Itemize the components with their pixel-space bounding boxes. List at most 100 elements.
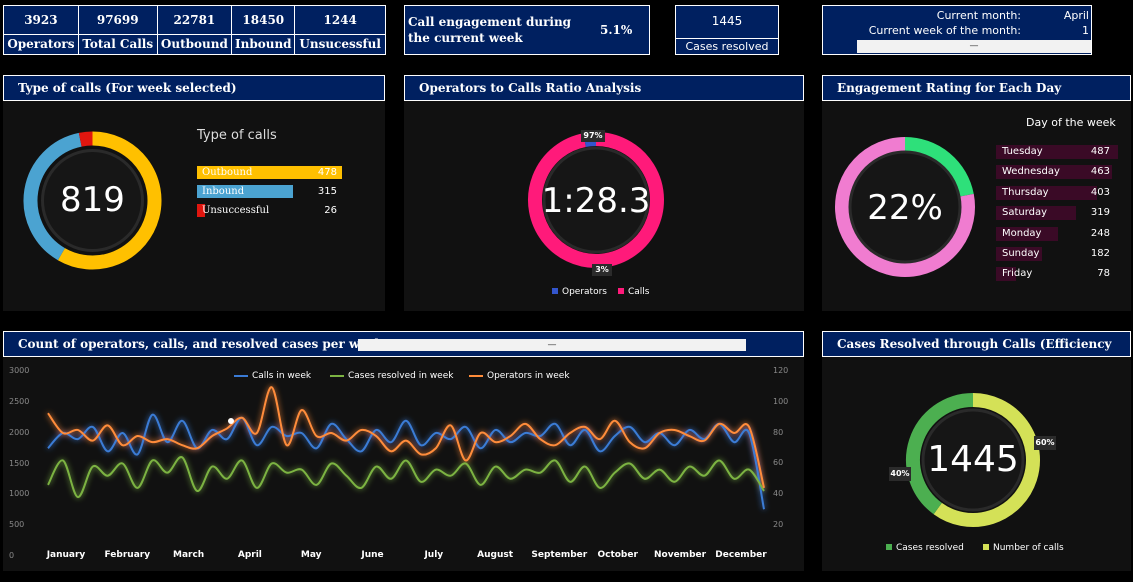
legend-number-of-calls-label: Number of calls (993, 543, 1064, 553)
day-row: Friday 78 (996, 267, 1118, 282)
engagement-kpi: Call engagement during the current week … (404, 5, 650, 55)
call-type-label: Inbound (202, 186, 245, 197)
y-right-tick: 80 (773, 427, 784, 437)
day-label: Friday (1002, 268, 1033, 280)
day-label: Wednesday (1002, 166, 1060, 178)
type-of-calls-title: Type of calls (For week selected) (3, 75, 385, 101)
day-value: 319 (1090, 207, 1110, 219)
series-line-1 (47, 456, 765, 499)
call-type-label: Unsuccessful (202, 205, 270, 216)
kpi-value: 3923 (3, 5, 79, 35)
call-type-value: 26 (324, 205, 337, 216)
legend-calls-in-week-label: Calls in week (252, 371, 312, 381)
day-value: 463 (1090, 166, 1110, 178)
engagement-kpi-value: 5.1% (600, 23, 633, 37)
unsuccessful-slice (78, 131, 93, 147)
month-label: October (597, 550, 638, 560)
engagement-kpi-label: Call engagement during the current week (408, 15, 572, 45)
day-label: Sunday (1002, 248, 1040, 259)
day-value: 78 (1097, 268, 1110, 280)
current-period-box: Current month: April Current week of the… (822, 5, 1092, 55)
cases-resolved-kpi-value: 1445 (711, 14, 743, 28)
month-label: December (715, 550, 767, 560)
legend-cases-resolved: Cases resolved in week (330, 371, 453, 381)
call-type-value: 315 (317, 186, 337, 197)
day-value: 403 (1090, 186, 1110, 198)
y-right-tick: 100 (773, 396, 789, 406)
y-left-tick: 0 (9, 551, 15, 560)
kpi-table: 3923 97699 22781 18450 1244 Operators To… (3, 5, 386, 56)
legend-operators: Operators (552, 287, 607, 297)
hover-marker (228, 418, 234, 424)
month-label: November (654, 550, 707, 560)
kpi-value: 97699 (77, 5, 158, 35)
legend-cases-resolved-eff: Cases resolved (886, 543, 964, 553)
ratio-center-value: 1:28.3 (541, 181, 651, 221)
current-week-value: 1 (1082, 24, 1089, 37)
month-label: March (172, 550, 205, 560)
y-right-tick: 20 (773, 520, 784, 529)
legend-number-of-calls: Number of calls (983, 543, 1064, 553)
month-label: July (424, 550, 444, 560)
month-label: September (531, 550, 588, 560)
day-label: Monday (1002, 227, 1042, 239)
day-row: Saturday 319 (996, 206, 1118, 221)
legend-line-icon (469, 374, 483, 377)
y-left-tick: 2000 (9, 427, 30, 437)
current-month-value: April (1063, 9, 1089, 22)
efficiency-title: Cases Resolved through Calls (Efficiency (822, 331, 1131, 357)
cases-resolved-kpi-label: Cases resolved (676, 38, 778, 53)
calls-percent-label: 97% (581, 130, 605, 142)
kpi-label: Total Calls (77, 33, 158, 56)
legend-calls-in-week: Calls in week (234, 371, 311, 381)
y-right-tick: 40 (773, 489, 784, 499)
type-of-calls-total: 819 (60, 180, 125, 220)
month-label: January (46, 550, 86, 560)
operators-percent-label: 3% (592, 264, 612, 276)
call-type-row: Outbound 478 (197, 166, 343, 179)
legend-cases-resolved-eff-label: Cases resolved (896, 543, 964, 553)
day-row: Tuesday 487 (996, 145, 1118, 159)
type-of-calls-subtitle: Type of calls (197, 128, 277, 143)
cases-resolved-kpi: 1445 Cases resolved (675, 5, 779, 55)
kpi-value: 1244 (294, 5, 386, 35)
month-label: May (300, 550, 322, 560)
day-row: Thursday 403 (996, 185, 1118, 200)
series-line-2 (47, 386, 765, 489)
engagement-rating-subtitle: Day of the week (1026, 116, 1116, 129)
day-row: Wednesday 463 (996, 165, 1118, 180)
kpi-value: 18450 (231, 5, 296, 35)
engagement-center-value: 22% (867, 188, 943, 228)
y-left-tick: 3000 (9, 366, 30, 376)
month-label: August (477, 550, 514, 560)
kpi-label: Operators (3, 33, 79, 56)
weekly-selector-slider[interactable]: — (358, 339, 746, 351)
month-label: June (361, 550, 384, 560)
ratio-title: Operators to Calls Ratio Analysis (404, 75, 804, 101)
kpi-label: Inbound (231, 33, 296, 56)
legend-calls: Calls (618, 287, 650, 297)
y-right-tick: 120 (773, 366, 789, 375)
weekly-line-chart (47, 386, 765, 510)
call-type-value: 478 (317, 167, 337, 178)
kpi-label: Unsucessful (294, 33, 386, 56)
legend-line-icon (234, 374, 248, 377)
legend-operators-label: Operators (562, 287, 607, 297)
legend-swatch-icon (618, 288, 624, 294)
day-row: Sunday 182 (996, 247, 1118, 261)
y-left-tick: 1500 (9, 458, 30, 468)
kpi-label: Outbound (156, 33, 233, 56)
month-label: April (237, 550, 262, 560)
day-label: Thursday (1002, 186, 1049, 198)
resolved-percent-label: 40% (889, 467, 911, 481)
legend-cases-resolved-label: Cases resolved in week (348, 371, 454, 381)
week-selector-slider[interactable]: — (857, 40, 1091, 53)
day-value: 248 (1090, 227, 1110, 239)
call-type-label: Outbound (202, 167, 253, 178)
engagement-rating-title: Engagement Rating for Each Day (822, 75, 1131, 101)
month-label: February (104, 550, 151, 560)
call-type-row: Unsuccessful 26 (197, 204, 343, 217)
day-label: Tuesday (1002, 146, 1043, 157)
y-left-tick: 2500 (9, 397, 30, 406)
y-left-tick: 500 (9, 520, 25, 530)
